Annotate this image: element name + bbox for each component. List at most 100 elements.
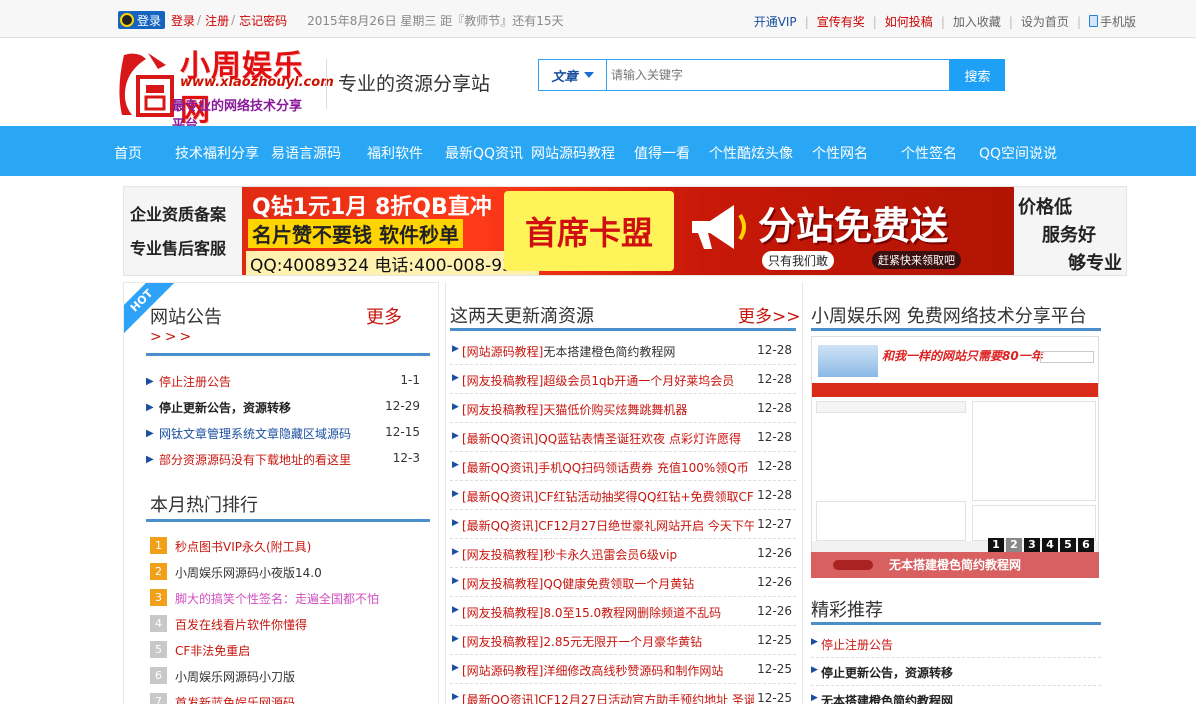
- ranking-item[interactable]: 5 CF非法免重启: [150, 641, 420, 661]
- slide-page-button[interactable]: 4: [1042, 538, 1058, 552]
- update-item-text: 手机QQ扫码领话费券 充值100%领Q币: [538, 461, 749, 475]
- updates-more-link[interactable]: 更多>>: [738, 302, 801, 327]
- rank-number: 1: [150, 537, 167, 554]
- slide-page-button[interactable]: 3: [1024, 538, 1040, 552]
- qq-login-button[interactable]: 登录: [118, 11, 166, 29]
- banner-left: 企业资质备案 专业售后客服: [124, 187, 242, 275]
- notice-item-title: 停止注册公告: [159, 375, 232, 389]
- update-item[interactable]: ▶ [最新QQ资讯]CF12月27日活动官方助手预约地址 圣诞 12-25: [450, 684, 796, 704]
- nav-item-signatures[interactable]: 个性签名: [901, 143, 957, 163]
- arrow-right-icon: ▶: [146, 402, 154, 413]
- update-item-category[interactable]: [网友投稿教程]: [462, 374, 543, 388]
- promo-reward-link[interactable]: 宣传有奖: [817, 13, 865, 30]
- section-underline: [811, 328, 1101, 331]
- ranking-item[interactable]: 2 小周娱乐网源码小夜版14.0: [150, 563, 420, 583]
- featured-item[interactable]: ▶ 停止更新公告，资源转移: [811, 658, 1101, 686]
- update-item-title: [最新QQ资讯]手机QQ扫码领话费券 充值100%领Q币: [462, 459, 754, 476]
- notice-item[interactable]: ▶ 停止注册公告 1-1: [146, 373, 420, 393]
- ranking-item[interactable]: 6 小周娱乐网源码小刀版: [150, 667, 420, 687]
- notice-more-link[interactable]: 更多: [366, 303, 402, 329]
- update-item-category[interactable]: [最新QQ资讯]: [462, 490, 538, 504]
- login-link[interactable]: 登录: [171, 12, 195, 29]
- update-item[interactable]: ▶ [网友投稿教程]秒卡永久迅雷会员6级vip 12-26: [450, 539, 796, 568]
- arrow-right-icon: ▶: [146, 454, 154, 465]
- slide-page-button[interactable]: 5: [1060, 538, 1076, 552]
- update-item[interactable]: ▶ [最新QQ资讯]QQ蓝钻表情圣诞狂欢夜 点彩灯许愿得 12-28: [450, 423, 796, 452]
- update-item-date: 12-28: [757, 372, 792, 386]
- ranking-item[interactable]: 7 首发新蓝色娱乐网源码: [150, 693, 420, 704]
- notice-item[interactable]: ▶ 停止更新公告，资源转移 12-29: [146, 399, 420, 419]
- search-category-select[interactable]: 文章: [538, 59, 606, 91]
- qq-penguin-icon: [120, 13, 134, 27]
- update-item[interactable]: ▶ [网友投稿教程]QQ健康免费领取一个月黄钻 12-26: [450, 568, 796, 597]
- ranking-item[interactable]: 3 脚大的搞笑个性签名：走遍全国都不怕: [150, 589, 420, 609]
- search-bar: 文章 搜索: [538, 59, 1005, 91]
- add-favorite-link[interactable]: 加入收藏: [953, 13, 1001, 30]
- caption-decoration: [833, 560, 873, 570]
- update-item-text: 洋细修改高线秒赞源码和制作网站: [543, 664, 724, 678]
- notice-item[interactable]: ▶ 部分资源源码没有下载地址的看这里 12-3: [146, 451, 420, 471]
- nav-item-tech-welfare[interactable]: 技术福利分享: [175, 143, 259, 163]
- update-item-text: 超级会员1qb开通一个月好莱坞会员: [543, 374, 735, 388]
- top-bar-right: 开通VIP | 宣传有奖 | 如何投稿 | 加入收藏 | 设为首页 | 手机版: [746, 13, 1136, 30]
- nav-item-cool-avatars[interactable]: 个性酷炫头像: [709, 143, 793, 163]
- update-item-category[interactable]: [最新QQ资讯]: [462, 693, 538, 704]
- ranking-item[interactable]: 4 百发在线看片软件你懂得: [150, 615, 420, 635]
- update-item[interactable]: ▶ [最新QQ资讯]CF红钻活动抽奖得QQ红钻+免费领取CF 12-28: [450, 481, 796, 510]
- mobile-version-link[interactable]: 手机版: [1088, 13, 1136, 30]
- nav-item-e-language-source[interactable]: 易语言源码: [271, 143, 341, 163]
- update-item[interactable]: ▶ [最新QQ资讯]CF12月27日绝世豪礼网站开启 今天下午 12-27: [450, 510, 796, 539]
- notice-item-title: 网钛文章管理系统文章隐藏区域源码: [159, 427, 352, 441]
- slideshow-caption-text: 无本搭建橙色简约教程网: [888, 558, 1021, 572]
- update-item[interactable]: ▶ [网友投稿教程]超级会员1qb开通一个月好莱坞会员 12-28: [450, 365, 796, 394]
- update-item-category[interactable]: [最新QQ资讯]: [462, 432, 538, 446]
- site-logo[interactable]: 小周娱乐网 www.xiaozhouyl.com 最专业的网络技术分享平台: [118, 41, 334, 133]
- search-input[interactable]: [606, 59, 950, 91]
- slideshow-caption[interactable]: 无本搭建橙色简约教程网: [811, 552, 1099, 578]
- search-button[interactable]: 搜索: [950, 59, 1005, 91]
- nav-item-worth-seeing[interactable]: 值得一看: [634, 143, 690, 163]
- update-item[interactable]: ▶ [最新QQ资讯]手机QQ扫码领话费券 充值100%领Q币 12-28: [450, 452, 796, 481]
- nav-item-welfare-software[interactable]: 福利软件: [367, 143, 423, 163]
- nav-item-home[interactable]: 首页: [114, 143, 142, 163]
- update-item[interactable]: ▶ [网友投稿教程]2.85元无限开一个月豪华黄钻 12-25: [450, 626, 796, 655]
- update-item-category[interactable]: [网站源码教程]: [462, 664, 543, 678]
- update-item-category[interactable]: [最新QQ资讯]: [462, 519, 538, 533]
- update-item-category[interactable]: [网友投稿教程]: [462, 635, 543, 649]
- featured-item[interactable]: ▶ 停止注册公告: [811, 630, 1101, 658]
- ad-banner[interactable]: 企业资质备案 专业售后客服 Q钻1元1月 8折QB直冲 名片赞不要钱 软件秒单 …: [123, 186, 1127, 276]
- update-item-category[interactable]: [最新QQ资讯]: [462, 461, 538, 475]
- section-underline: [811, 622, 1101, 625]
- open-vip-link[interactable]: 开通VIP: [754, 13, 797, 30]
- slide-page-button[interactable]: 6: [1078, 538, 1094, 552]
- forgot-password-link[interactable]: 忘记密码: [239, 12, 287, 29]
- nav-item-nicknames[interactable]: 个性网名: [812, 143, 868, 163]
- banner-right-line1: 价格低: [1018, 197, 1072, 218]
- featured-item[interactable]: ▶ 无本搭建橙色简约教程网: [811, 686, 1101, 704]
- notice-more-arrows[interactable]: >>>: [150, 329, 194, 345]
- update-item[interactable]: ▶ [网站源码教程]无本搭建橙色简约教程网 12-28: [450, 336, 796, 365]
- update-item-category[interactable]: [网友投稿教程]: [462, 403, 543, 417]
- notice-item[interactable]: ▶ 网钛文章管理系统文章隐藏区域源码 12-15: [146, 425, 420, 445]
- arrow-right-icon: ▶: [452, 692, 459, 702]
- update-item-category[interactable]: [网站源码教程]: [462, 345, 543, 359]
- nav-item-qq-news[interactable]: 最新QQ资讯: [445, 143, 523, 163]
- update-item-category[interactable]: [网友投稿教程]: [462, 606, 543, 620]
- nav-item-site-source-tutorials[interactable]: 网站源码教程: [531, 143, 615, 163]
- ranking-item[interactable]: 1 秒点图书VIP永久(附工具): [150, 537, 420, 557]
- arrow-right-icon: ▶: [452, 547, 459, 557]
- update-item-category[interactable]: [网友投稿教程]: [462, 548, 543, 562]
- slide-page-button[interactable]: 1: [988, 538, 1004, 552]
- update-item[interactable]: ▶ [网友投稿教程]8.0至15.0教程网删除频道不乱码 12-26: [450, 597, 796, 626]
- slide-site-header: 和我一样的网站只需要80一年: [812, 337, 1098, 383]
- register-link[interactable]: 注册: [205, 12, 229, 29]
- nav-item-qzone-quotes[interactable]: QQ空间说说: [979, 143, 1057, 163]
- update-item-category[interactable]: [网友投稿教程]: [462, 577, 543, 591]
- how-to-submit-link[interactable]: 如何投稿: [885, 13, 933, 30]
- slide-page-button[interactable]: 2: [1006, 538, 1022, 552]
- update-item[interactable]: ▶ [网友投稿教程]天猫低价购买炫舞跳舞机器 12-28: [450, 394, 796, 423]
- featured-title: 精彩推荐: [811, 600, 883, 621]
- update-item[interactable]: ▶ [网站源码教程]洋细修改高线秒赞源码和制作网站 12-25: [450, 655, 796, 684]
- set-homepage-link[interactable]: 设为首页: [1021, 13, 1069, 30]
- main-nav: 首页 技术福利分享 易语言源码 福利软件 最新QQ资讯 网站源码教程 值得一看 …: [0, 126, 1196, 176]
